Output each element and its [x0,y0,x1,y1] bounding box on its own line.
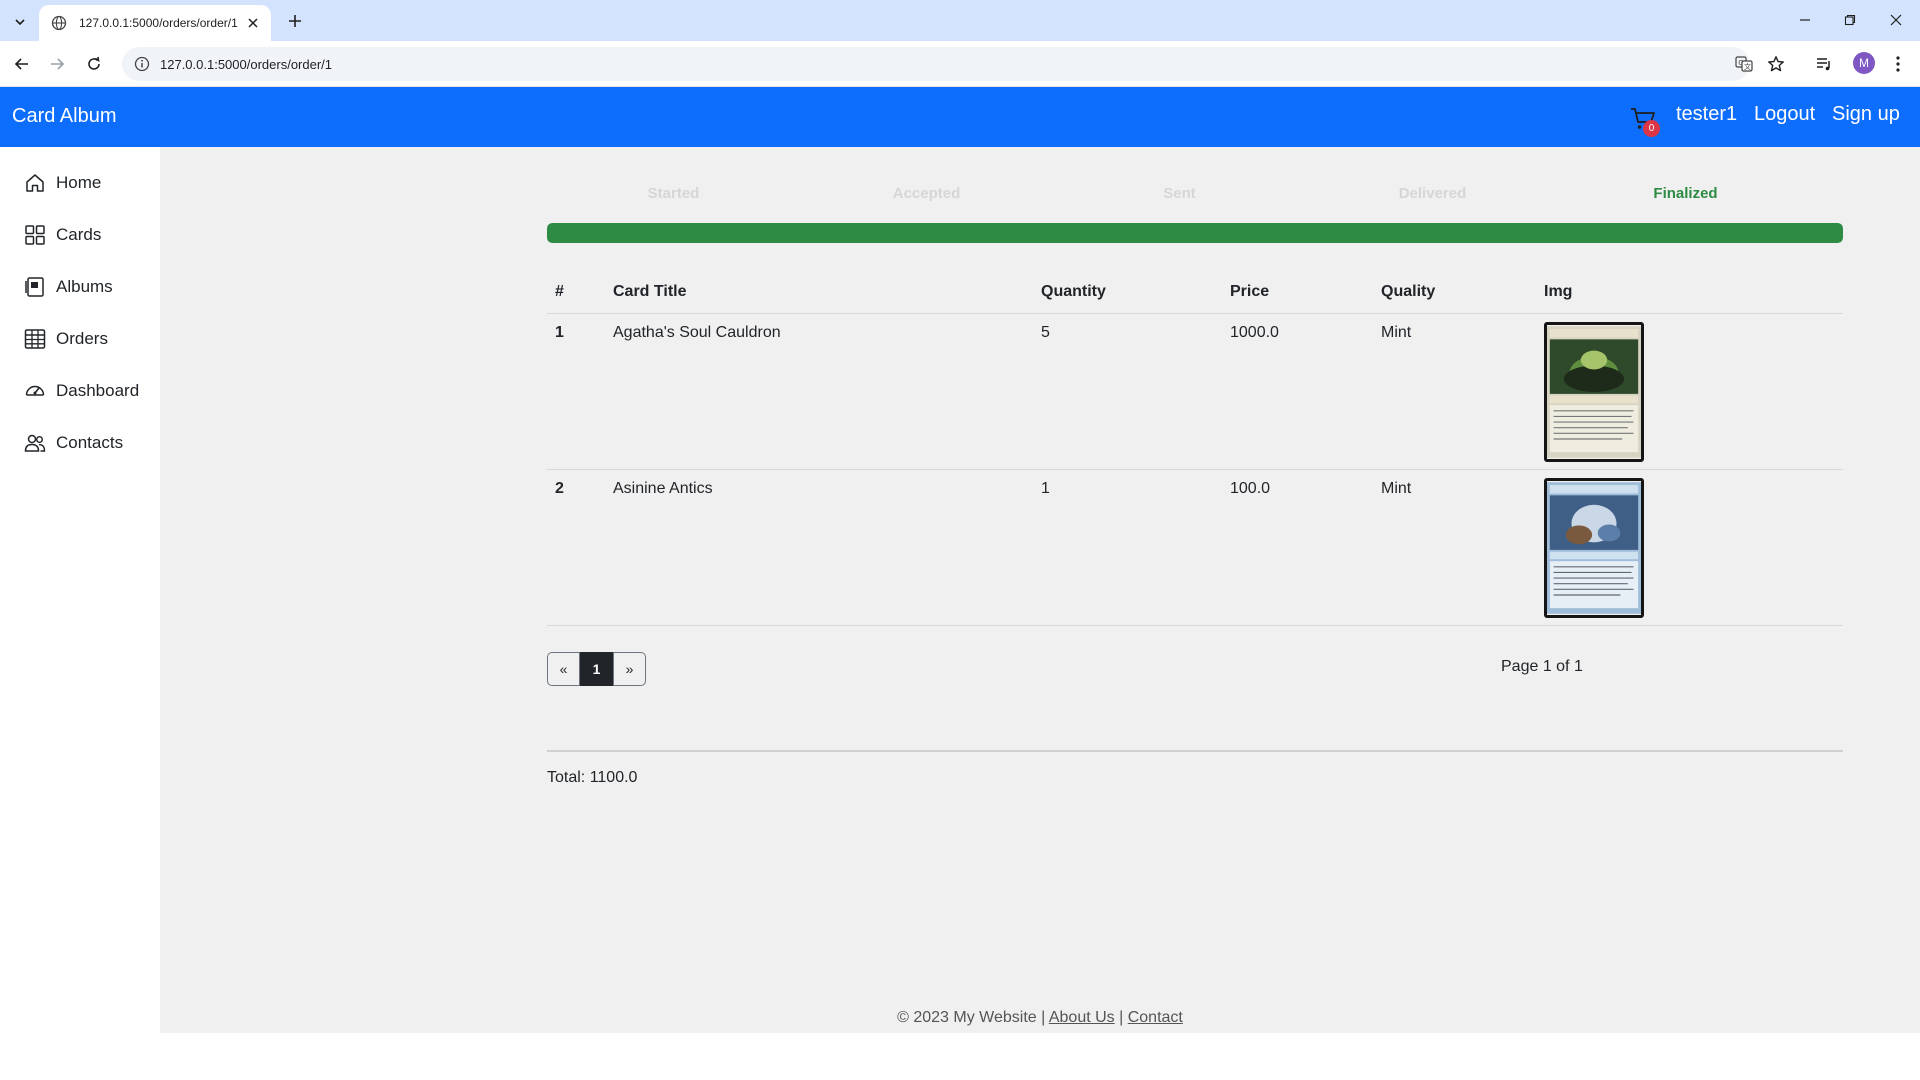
sidebar-item-label: Dashboard [56,381,140,400]
order-total: Total: 1100.0 [547,769,638,786]
site-info-icon[interactable] [134,56,150,72]
page-info-text: Page 1 of 1 [1501,658,1583,675]
divider [547,750,1843,752]
brand-link[interactable]: Card Album [12,105,117,128]
main-content: Started Accepted Sent Delivered Finalize… [160,147,1920,1033]
sidebar-item-cards[interactable]: Cards [0,215,160,255]
step-sent: Sent [1163,185,1196,202]
column-header-number: # [547,271,605,314]
media-controls-icon[interactable] [1808,48,1840,80]
order-progress-fill [547,223,1843,243]
people-icon [23,431,47,455]
step-started: Started [647,185,700,202]
reload-icon[interactable] [80,50,108,78]
row-quantity: 1 [1033,469,1222,626]
speedometer-icon [23,379,47,403]
minimize-window-icon[interactable] [1793,8,1817,32]
table-header-row: # Card Title Quantity Price Quality Img [547,271,1843,314]
forward-arrow-icon[interactable] [43,50,71,78]
url-text: 127.0.0.1:5000/orders/order/1 [160,56,333,72]
table-row: 1 Agatha's Soul Cauldron 5 1000.0 Mint [547,313,1843,470]
footer-separator: | [1119,1009,1124,1026]
footer-copyright: © 2023 My Website | [897,1009,1046,1026]
row-quality: Mint [1373,313,1536,470]
card-image-agathas-soul-cauldron[interactable] [1544,321,1644,462]
row-card-title: Asinine Antics [605,469,1033,626]
tab-title: 127.0.0.1:5000/orders/order/1 [79,16,238,30]
sidebar: Home Cards Albums Orders Dashboard Conta… [0,147,160,1033]
column-header-price: Price [1222,271,1373,314]
order-status-steps: Started Accepted Sent Delivered Finalize… [547,185,1843,205]
grid-icon [23,223,47,247]
more-options-icon[interactable] [1882,48,1914,80]
footer-contact-link[interactable]: Contact [1128,1009,1183,1026]
footer: © 2023 My Website | About Us | Contact [160,1009,1920,1027]
column-header-card-title: Card Title [605,271,1033,314]
album-icon [23,275,47,299]
row-price: 1000.0 [1222,313,1373,470]
pagination: « 1 » [547,652,646,686]
card-image-asinine-antics[interactable] [1544,477,1644,618]
sidebar-item-label: Albums [56,277,113,296]
footer-about-link[interactable]: About Us [1049,1009,1115,1026]
sidebar-item-orders[interactable]: Orders [0,319,160,359]
step-finalized: Finalized [1653,185,1718,202]
row-price: 100.0 [1222,469,1373,626]
profile-avatar[interactable]: M [1853,52,1875,74]
username-link[interactable]: tester1 [1676,103,1737,126]
sidebar-item-dashboard[interactable]: Dashboard [0,371,160,411]
table-row: 2 Asinine Antics 1 100.0 Mint [547,469,1843,626]
logout-link[interactable]: Logout [1754,103,1815,126]
svg-text:文: 文 [1744,62,1751,71]
sidebar-item-albums[interactable]: Albums [0,267,160,307]
table-icon [23,327,47,351]
cart-count-badge: 0 [1643,120,1660,137]
step-accepted: Accepted [892,185,961,202]
page-bottom-area [0,1033,1920,1080]
app-navbar: Card Album 0 tester1 Logout Sign up [0,87,1920,147]
row-quantity: 5 [1033,313,1222,470]
order-items-table: # Card Title Quantity Price Quality Img … [547,271,1843,626]
pagination-page-1-button[interactable]: 1 [580,652,613,686]
row-number: 1 [547,313,605,470]
row-quality: Mint [1373,469,1536,626]
step-delivered: Delivered [1398,185,1467,202]
restore-window-icon[interactable] [1838,8,1862,32]
browser-toolbar: 127.0.0.1:5000/orders/order/1 G文 M [0,41,1920,87]
sidebar-item-home[interactable]: Home [0,163,160,203]
bookmark-star-icon[interactable] [1760,48,1792,80]
sidebar-item-label: Orders [56,329,108,348]
sidebar-item-contacts[interactable]: Contacts [0,423,160,463]
signup-link[interactable]: Sign up [1832,103,1900,126]
new-tab-plus-icon[interactable] [283,9,307,33]
row-card-title: Agatha's Soul Cauldron [605,313,1033,470]
address-bar[interactable]: 127.0.0.1:5000/orders/order/1 [122,47,1750,81]
sidebar-item-label: Cards [56,225,102,244]
sidebar-item-label: Contacts [56,433,124,452]
close-tab-icon[interactable] [245,15,261,31]
browser-tab-strip: 127.0.0.1:5000/orders/order/1 [0,0,1920,41]
row-img-cell [1536,469,1843,626]
sidebar-item-label: Home [56,173,102,192]
row-number: 2 [547,469,605,626]
browser-tab[interactable]: 127.0.0.1:5000/orders/order/1 [39,5,271,41]
order-progress-bar [547,223,1843,243]
row-img-cell [1536,313,1843,470]
back-arrow-icon[interactable] [8,50,36,78]
close-window-icon[interactable] [1884,8,1908,32]
column-header-quality: Quality [1373,271,1536,314]
column-header-img: Img [1536,271,1843,314]
column-header-quantity: Quantity [1033,271,1222,314]
tab-search-chevron-icon[interactable] [8,10,32,34]
pagination-next-button[interactable]: » [613,652,646,686]
translate-icon[interactable]: G文 [1728,48,1760,80]
globe-icon [51,15,67,31]
pagination-prev-button[interactable]: « [547,652,580,686]
house-icon [23,171,47,195]
